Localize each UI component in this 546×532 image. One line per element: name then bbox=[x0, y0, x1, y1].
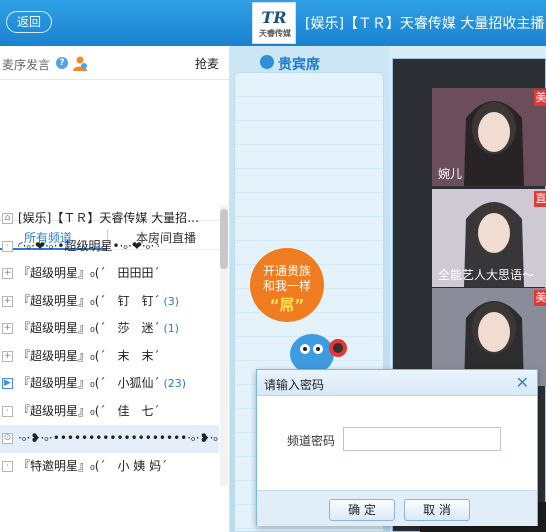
channel-user-count: (1) bbox=[163, 322, 180, 335]
promo-line-2: 和我一样 bbox=[262, 279, 311, 293]
channel-list-item[interactable]: + 『超级明星』₀(ˊ 田田田ˊ bbox=[0, 260, 219, 288]
box-icon[interactable]: · bbox=[2, 405, 13, 417]
home-icon[interactable]: ⌂ bbox=[2, 213, 13, 224]
channel-list-item[interactable]: ⊙ ·৹·❥·৹·•••••••••••••••••••·৹·❥·৹· bbox=[0, 425, 219, 453]
plus-icon[interactable]: + bbox=[2, 268, 13, 279]
channel-password-label: 频道密码 bbox=[287, 434, 336, 448]
logo-subtext: 天睿传媒 bbox=[259, 29, 291, 38]
channel-list-item[interactable]: + 『超级明星』₀(ˊ 末 末ˊ bbox=[0, 343, 219, 371]
vip-title: 贵宾席 bbox=[278, 57, 320, 73]
password-dialog: 请输入密码 ✕ 频道密码 确 定 取 消 bbox=[256, 369, 538, 526]
performer-name: 全能艺人大思语～ bbox=[438, 268, 535, 282]
performer-thumbnail[interactable]: 美婉儿 bbox=[432, 88, 546, 186]
promo-line-3: “屌” bbox=[269, 296, 305, 314]
vip-header: 贵宾席 bbox=[230, 50, 390, 73]
performer-tag-badge: 美 bbox=[534, 290, 546, 306]
performer-thumbnail[interactable]: 直全能艺人大思语～ bbox=[432, 189, 546, 287]
play-icon[interactable]: ▶ bbox=[2, 378, 13, 389]
channel-user-count: (3) bbox=[163, 294, 180, 308]
grab-mic-button[interactable]: 抢麦 bbox=[195, 55, 219, 72]
performer-tag-badge: 美 bbox=[534, 90, 546, 106]
channel-list-item[interactable]: + 『超级明星』₀(ˊ 莎 迷ˊ (1) bbox=[0, 315, 219, 343]
mic-queue-label: 麦序发言 bbox=[2, 58, 51, 72]
channel-list-scrollbar[interactable] bbox=[220, 205, 228, 486]
room-title: [娱乐]【ＴＲ】天睿传媒 大量招收主播 bbox=[305, 16, 545, 32]
tr-logo-mark: TR bbox=[261, 8, 286, 27]
performer-tag-badge: 直 bbox=[534, 191, 546, 207]
close-icon[interactable]: ✕ bbox=[516, 373, 529, 392]
svg-text:TR: TR bbox=[261, 8, 286, 27]
box-icon[interactable]: · bbox=[2, 240, 13, 252]
cancel-button[interactable]: 取 消 bbox=[404, 499, 470, 521]
channel-name: 『超级明星』₀(ˊ 田田田ˊ bbox=[18, 266, 160, 280]
channel-name: 『超级明星』₀(ˊ 钉 钉ˊ (3) bbox=[18, 293, 180, 308]
lock-icon[interactable]: ⊙ bbox=[2, 433, 13, 444]
channel-list-item[interactable]: + 『超级明星』₀(ˊ 钉 钉ˊ (3) bbox=[0, 288, 219, 316]
channel-list-item[interactable]: · 『超级明星』₀(ˊ 佳 七ˊ bbox=[0, 398, 219, 426]
mic-queue-person-icon[interactable] bbox=[72, 55, 88, 71]
channel-list: ⌂ [娱乐]【ＴＲ】天睿传媒 大量招… · ◜·৹·❤·৹·•超级明星•·৹·❤·৹·… bbox=[0, 205, 219, 486]
plus-icon[interactable]: + bbox=[2, 295, 13, 307]
help-icon[interactable]: ? bbox=[56, 57, 68, 69]
channel-name: 『特邀明星』₀(ˊ 小 姨 妈ˊ bbox=[18, 458, 168, 473]
confirm-button[interactable]: 确 定 bbox=[329, 499, 395, 521]
back-button[interactable]: 返回 bbox=[6, 11, 52, 33]
channel-name: 『超级明星』₀(ˊ 佳 七ˊ bbox=[18, 403, 160, 418]
plus-icon[interactable]: + bbox=[2, 323, 13, 334]
performer-name: 婉儿 bbox=[438, 167, 463, 181]
channel-list-item[interactable]: ⌂ [娱乐]【ＴＲ】天睿传媒 大量招… bbox=[0, 205, 219, 233]
channel-password-input[interactable] bbox=[343, 427, 501, 451]
channel-list-item[interactable]: · 『特邀明星』₀(ˊ 小 姨 妈ˊ bbox=[0, 453, 219, 481]
top-header: 返回 TR 天睿传媒 [娱乐]【ＴＲ】天睿传媒 大量招收主播 bbox=[0, 0, 546, 46]
vip-crown-icon bbox=[260, 55, 274, 69]
dialog-footer: 确 定 取 消 bbox=[257, 490, 537, 526]
dialog-titlebar: 请输入密码 ✕ bbox=[257, 370, 537, 396]
mic-queue-bar: 麦序发言 ? 抢麦 bbox=[0, 46, 229, 80]
scrollbar-thumb[interactable] bbox=[220, 209, 228, 269]
channel-user-count: (23) bbox=[163, 377, 187, 390]
channel-name: ◜·৹·❤·৹·•超级明星•·৹·❤·৹·◝ bbox=[18, 238, 159, 253]
channel-list-item[interactable]: ▶ 『超级明星』₀(ˊ 小狐仙ˊ (23) bbox=[0, 370, 219, 398]
channel-name: 『超级明星』₀(ˊ 小狐仙ˊ (23) bbox=[18, 376, 187, 390]
mascot-icon[interactable] bbox=[288, 324, 348, 374]
box-icon[interactable]: · bbox=[2, 460, 13, 472]
channel-name: [娱乐]【ＴＲ】天睿传媒 大量招… bbox=[18, 211, 200, 225]
channel-list-item[interactable]: · ◜·৹·❤·৹·•超级明星•·৹·❤·৹·◝ bbox=[0, 233, 219, 261]
nobility-promo-bubble[interactable]: 开通贵族 和我一样 “屌” bbox=[250, 248, 324, 322]
channel-name: 『超级明星』₀(ˊ 末 末ˊ bbox=[18, 348, 160, 363]
channel-name: 『超级明星』₀(ˊ 莎 迷ˊ (1) bbox=[18, 321, 180, 335]
plus-icon[interactable]: + bbox=[2, 350, 13, 362]
dialog-title: 请输入密码 bbox=[264, 378, 325, 392]
channel-name: ·৹·❥·৹·•••••••••••••••••••·৹·❥·৹· bbox=[18, 431, 219, 445]
room-logo: TR 天睿传媒 bbox=[252, 2, 296, 44]
